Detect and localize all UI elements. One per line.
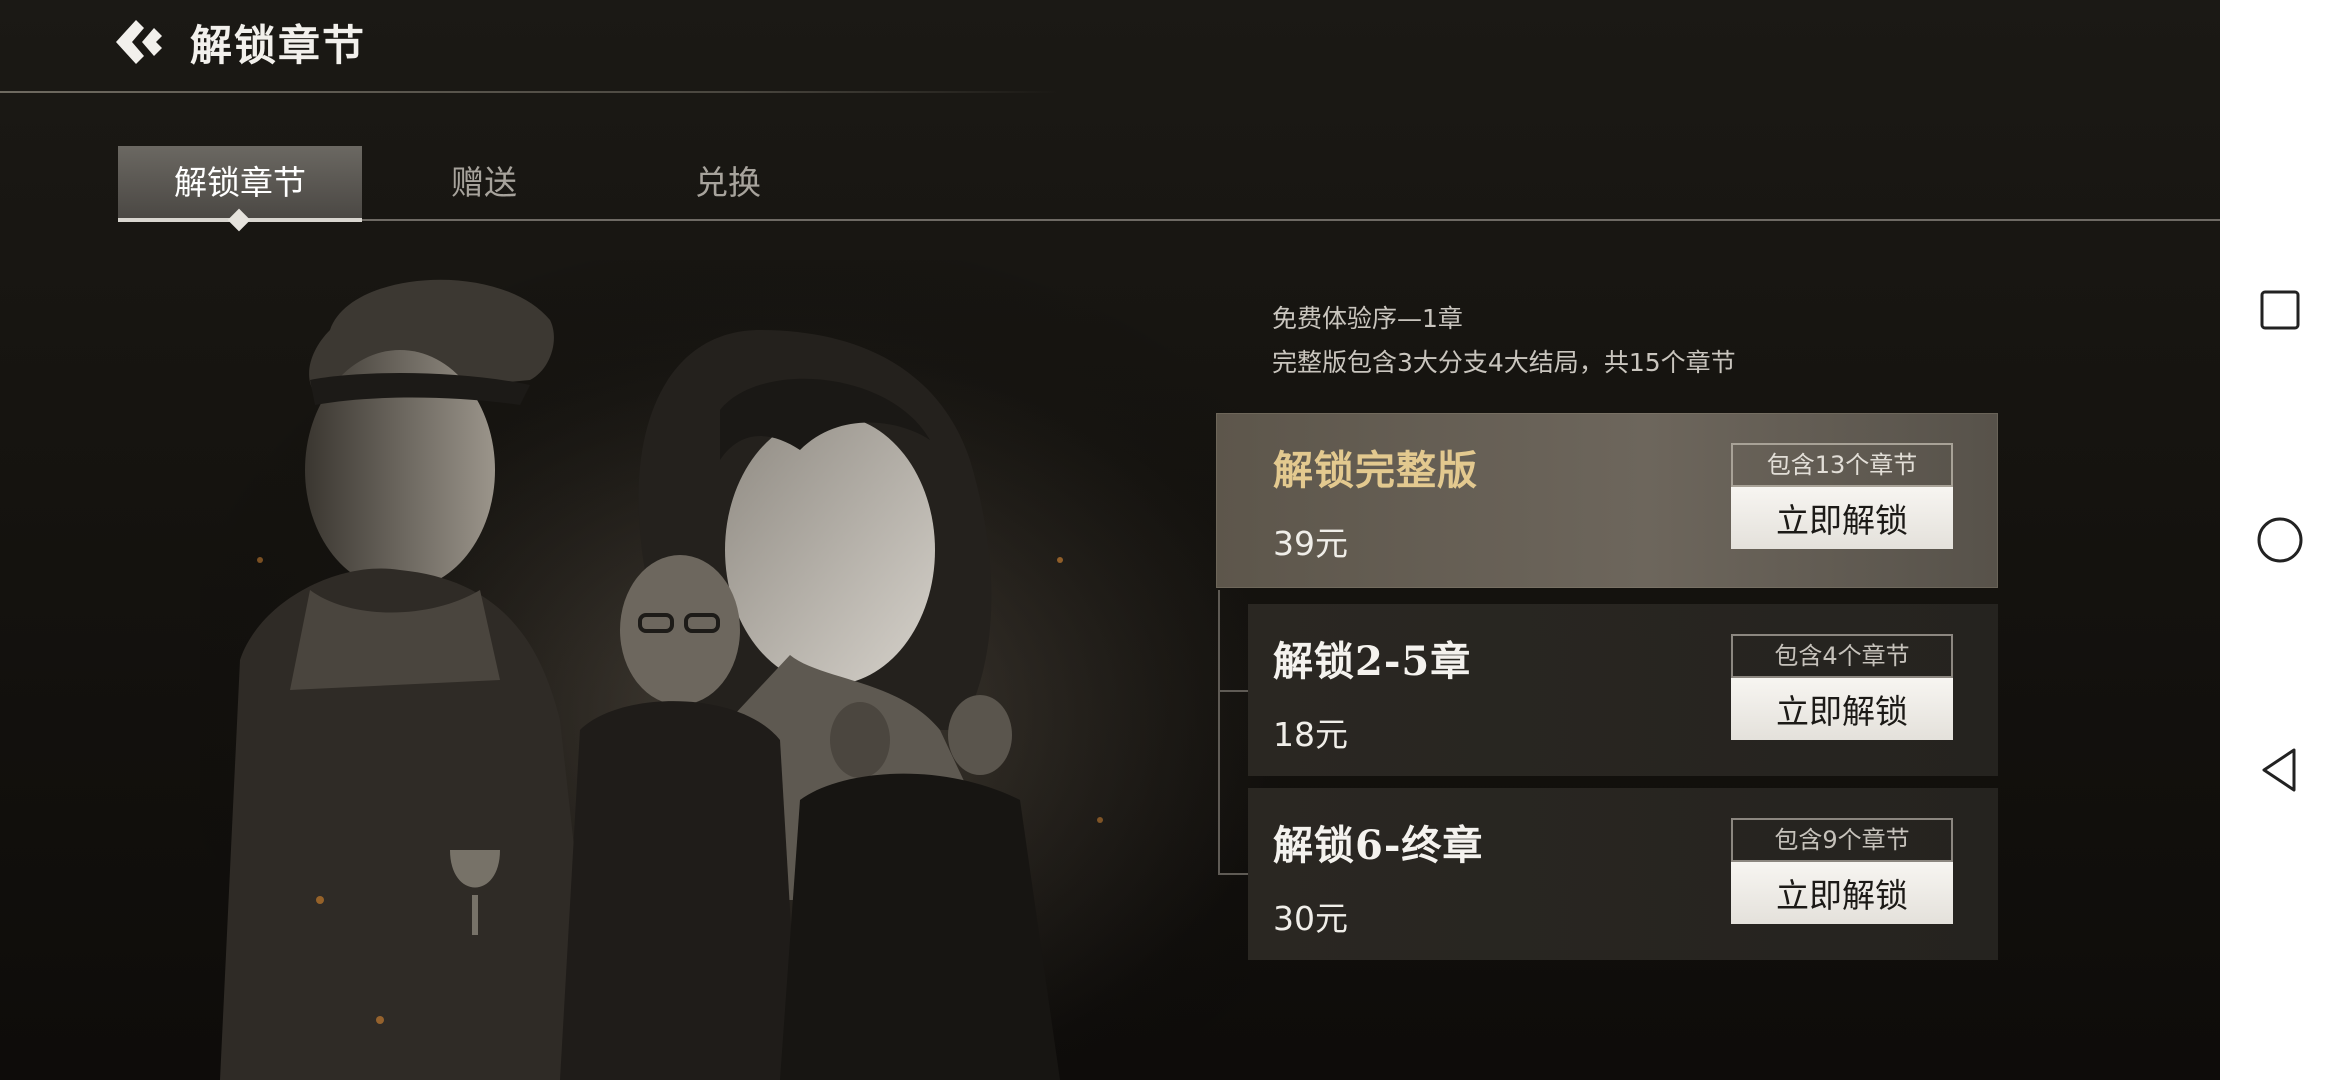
- back-button[interactable]: [110, 14, 170, 70]
- unlock-info: 免费体验序—1章 完整版包含3大分支4大结局，共15个章节: [1272, 297, 1736, 385]
- unlock-now-button[interactable]: 立即解锁: [1731, 487, 1953, 549]
- option-title: 解锁完整版: [1273, 447, 1478, 494]
- unlock-option-full[interactable]: 解锁完整版 39元 包含13个章节 立即解锁: [1216, 413, 1998, 588]
- option-price: 30元: [1273, 899, 1348, 938]
- header-divider: [0, 91, 1060, 93]
- unlock-option-chapters-2-5[interactable]: 解锁2-5章 18元 包含4个章节 立即解锁: [1248, 604, 1998, 776]
- header: 解锁章节: [0, 0, 2220, 93]
- characters-illustration: [200, 260, 1250, 1080]
- unlock-now-button[interactable]: 立即解锁: [1731, 678, 1953, 740]
- tabs-divider: [118, 219, 2220, 221]
- option-price: 39元: [1273, 524, 1348, 563]
- chapter-count-badge: 包含13个章节: [1731, 443, 1953, 487]
- system-navigation-bar: [2220, 0, 2340, 1080]
- back-chevron-icon: [116, 20, 162, 64]
- option-price: 18元: [1273, 715, 1348, 754]
- home-button[interactable]: [2250, 510, 2310, 570]
- option-title: 解锁2-5章: [1273, 638, 1472, 685]
- unlock-chapters-screen: 解锁章节 解锁章节 赠送 兑换 免费体验序—1章 完整版包含3大分支4大结局，共…: [0, 0, 2220, 1080]
- page-title: 解锁章节: [190, 21, 367, 70]
- options-connector-tick: [1218, 873, 1248, 875]
- free-trial-text: 免费体验序—1章: [1272, 304, 1463, 333]
- tab-bar: 解锁章节 赠送 兑换: [118, 146, 2220, 232]
- options-connector-line: [1218, 590, 1220, 875]
- unlock-now-button[interactable]: 立即解锁: [1731, 862, 1953, 924]
- square-icon: [2260, 290, 2300, 330]
- option-title: 解锁6-终章: [1273, 822, 1484, 869]
- tab-gift[interactable]: 赠送: [362, 146, 606, 220]
- chapter-count-badge: 包含9个章节: [1731, 818, 1953, 862]
- chapter-count-badge: 包含4个章节: [1731, 634, 1953, 678]
- tab-redeem[interactable]: 兑换: [606, 146, 850, 220]
- unlock-option-chapters-6-end[interactable]: 解锁6-终章 30元 包含9个章节 立即解锁: [1248, 788, 1998, 960]
- system-back-button[interactable]: [2250, 740, 2310, 800]
- options-connector-tick: [1218, 690, 1248, 692]
- hero-artwork: [200, 260, 1250, 1080]
- triangle-back-icon: [2262, 748, 2296, 792]
- recent-apps-button[interactable]: [2250, 280, 2310, 340]
- full-version-description: 完整版包含3大分支4大结局，共15个章节: [1272, 348, 1736, 377]
- circle-icon: [2257, 517, 2303, 563]
